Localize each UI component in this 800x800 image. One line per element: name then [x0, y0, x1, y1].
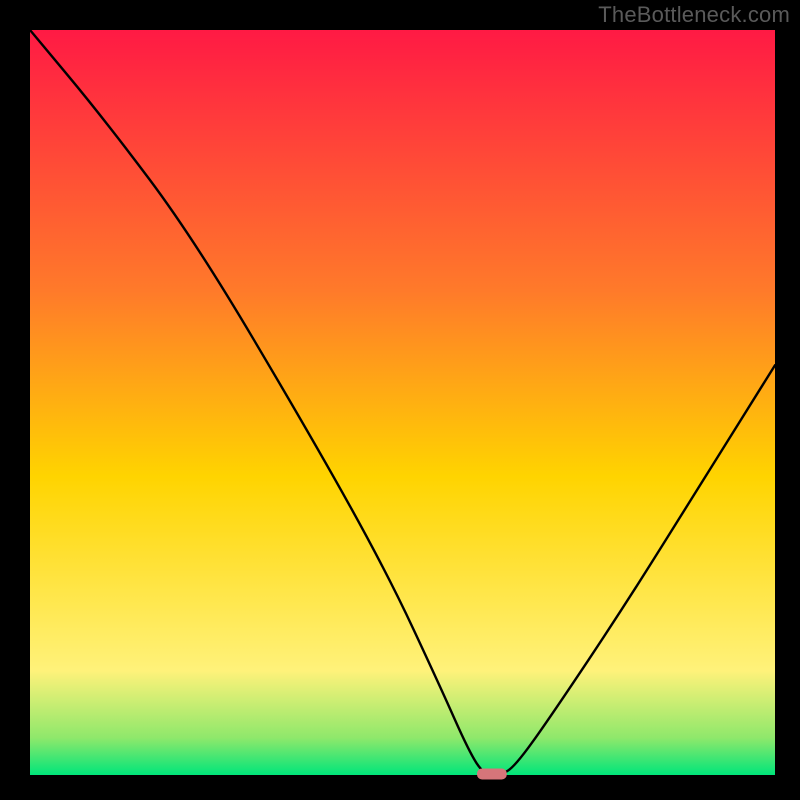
optimal-marker: [477, 769, 507, 780]
app-frame: TheBottleneck.com: [0, 0, 800, 800]
plot-background: [30, 30, 775, 775]
bottleneck-chart: [0, 0, 800, 800]
watermark-label: TheBottleneck.com: [598, 2, 790, 28]
